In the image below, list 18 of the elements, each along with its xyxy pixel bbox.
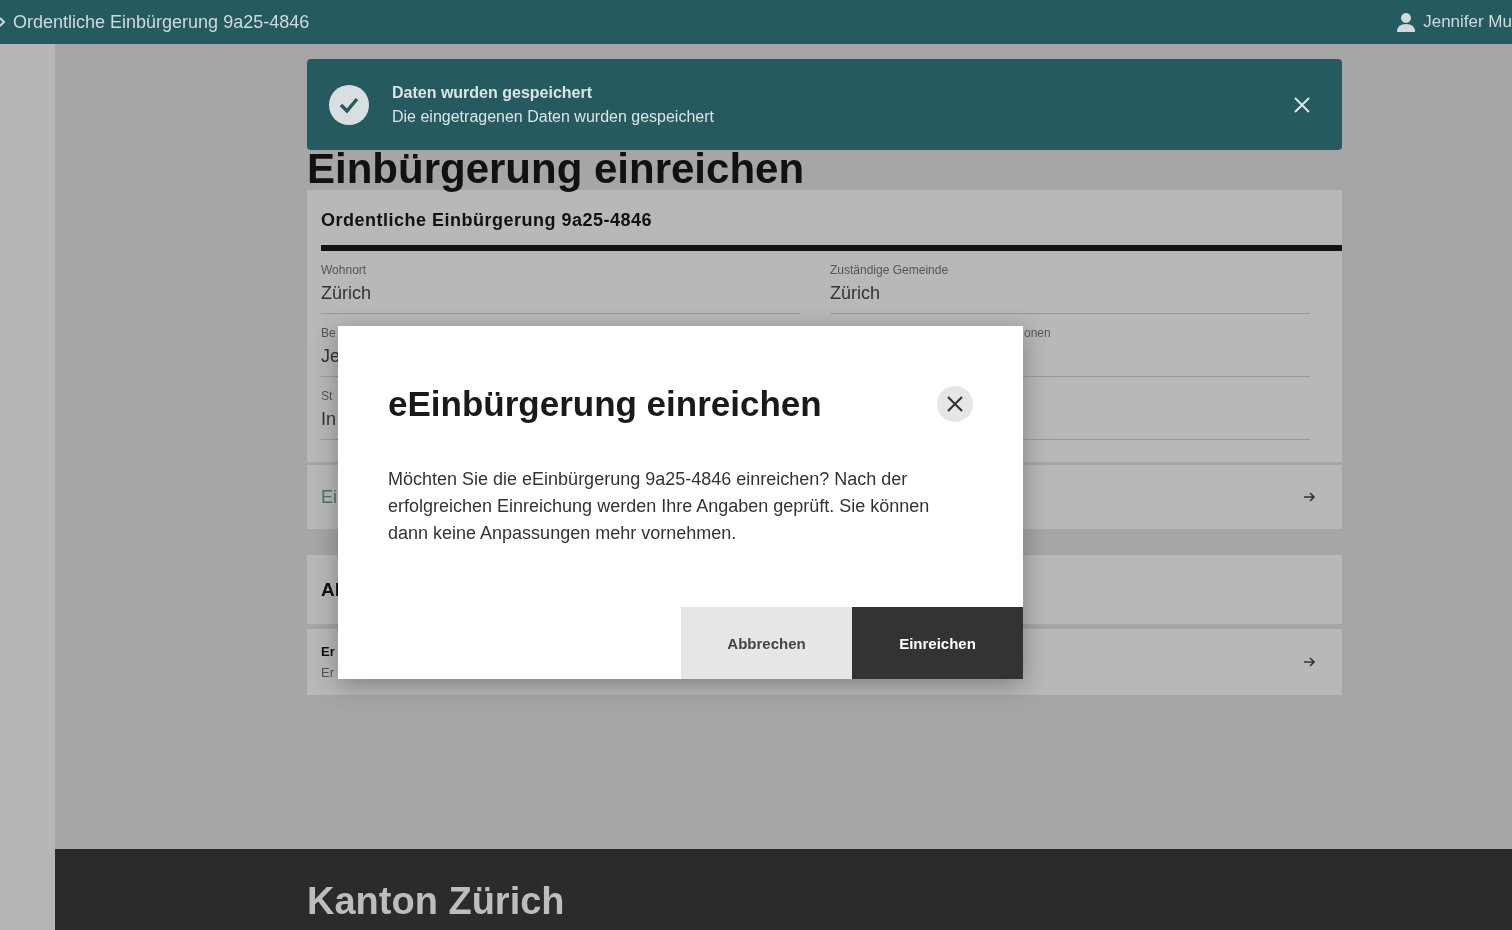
page-heading: Einbürgerung einreichen (307, 148, 806, 190)
field-label: Zuständige Gemeinde (830, 263, 949, 277)
field-value: Zürich (830, 283, 880, 304)
toast-message: Die eingetragenen Daten wurden gespeichert (392, 107, 714, 126)
field-label: onen (1024, 326, 1051, 340)
field-value: Je (321, 346, 340, 367)
card-title: Ordentliche Einbürgerung 9a25-4846 (321, 210, 654, 231)
field-label: St (321, 389, 333, 403)
field-value: In (321, 409, 336, 430)
dialog-text: Möchten Sie die eEinbürgerung 9a25-4846 einreichen? Nach der erfolgreichen Einreichung werden Ihre Angaben geprüft. Sie können dann keine Anpassungen mehr vornehmen. (388, 468, 931, 545)
item-subtitle: Er (321, 665, 334, 680)
dialog-title: eEinbürgerung einreichen (388, 384, 822, 424)
field-label: Be (321, 326, 336, 340)
item-title: Er (321, 644, 335, 659)
footer-title: Kanton Zürich (307, 879, 566, 923)
field-value: Zürich (321, 283, 371, 304)
field-label: Wohnort (321, 263, 367, 277)
toast-title: Daten wurden gespeichert (392, 83, 593, 102)
